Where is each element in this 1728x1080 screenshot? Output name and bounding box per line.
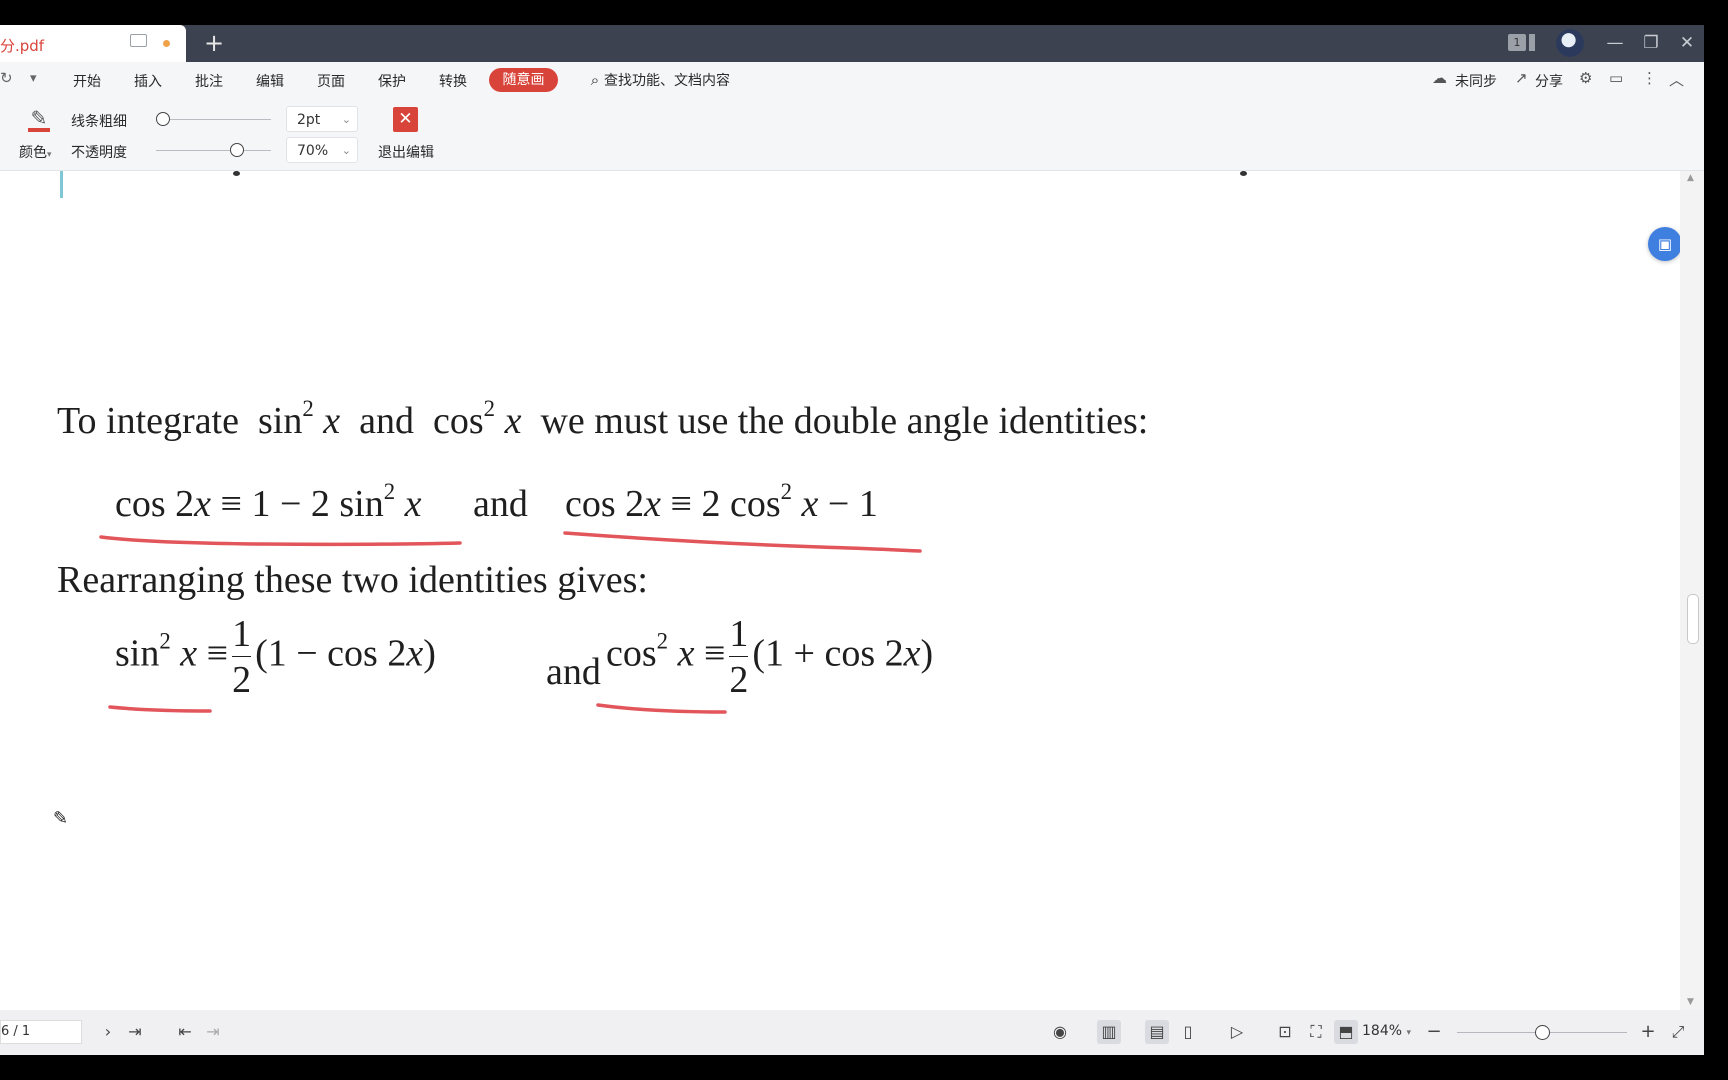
settings-gear-icon[interactable]: ⚙ [1579, 69, 1592, 87]
freehand-toolbar: ✎ 颜色▾ 线条粗细 2pt ⌄ 不透明度 70% ⌄ ✕ 退出编辑 [0, 98, 1704, 171]
search-placeholder: 查找功能、文档内容 [604, 73, 730, 89]
exit-edit-button[interactable]: 退出编辑 [378, 142, 434, 162]
freehand-underline [99, 535, 462, 547]
opacity-label: 不透明度 [71, 145, 127, 161]
freehand-underline [596, 703, 727, 714]
full-screen-read-icon[interactable]: ▥ [1097, 1020, 1121, 1044]
eye-protection-icon[interactable]: ◉ [1048, 1020, 1072, 1044]
share-icon[interactable]: ↗ [1515, 69, 1528, 87]
document-tab-title: 分.pdf [0, 37, 45, 55]
pen-color-swatch [28, 128, 50, 132]
sync-status-label[interactable]: 未同步 [1455, 71, 1497, 91]
cloud-sync-icon[interactable]: ☁ [1432, 69, 1447, 87]
back-view-icon[interactable]: ⇤ [173, 1020, 197, 1044]
exit-edit-icon[interactable]: ✕ [393, 107, 418, 132]
search-icon: ⌕ [590, 71, 600, 89]
scroll-up-icon[interactable]: ▲ [1687, 173, 1694, 183]
freehand-annotations [99, 531, 922, 714]
zoom-slider-knob[interactable] [1535, 1025, 1550, 1040]
menu-item-start[interactable]: 开始 [73, 71, 101, 91]
forward-view-icon[interactable]: ⇥ [201, 1020, 225, 1044]
share-button[interactable]: 分享 [1535, 71, 1563, 91]
opacity-slider-knob[interactable] [229, 143, 244, 157]
color-dropdown[interactable]: 颜色▾ [19, 142, 52, 162]
collapse-ribbon-icon[interactable]: ︿ [1669, 69, 1684, 90]
thickness-value: 2pt [297, 112, 321, 128]
zoom-in-button[interactable]: + [1636, 1020, 1660, 1044]
pen-cursor-icon: ✎ [53, 808, 69, 829]
title-bar: 分.pdf + 1 — ❐ ✕ [0, 25, 1704, 62]
opacity-slider-track[interactable] [156, 150, 271, 151]
color-label: 颜色 [19, 145, 47, 161]
comment-icon[interactable]: ▭ [1609, 69, 1623, 87]
thickness-select[interactable]: 2pt ⌄ [286, 106, 358, 132]
thickness-slider-track[interactable] [163, 119, 271, 120]
unsaved-dot-icon [163, 40, 170, 47]
menu-item-annotate[interactable]: 批注 [195, 71, 223, 91]
restore-button[interactable]: ❐ [1638, 30, 1664, 56]
color-chevron-icon: ▾ [47, 150, 52, 160]
pdf-reader-window: 分.pdf + 1 — ❐ ✕ ↻ ▾ 开始 插入 批注 编辑 页面 保护 转换… [0, 25, 1704, 1055]
scroll-down-icon[interactable]: ▼ [1687, 997, 1694, 1007]
menu-item-insert[interactable]: 插入 [134, 71, 162, 91]
menu-bar: ↻ ▾ 开始 插入 批注 编辑 页面 保护 转换 随意画 ⌕ 查找功能、文档内容 … [0, 62, 1704, 98]
fit-page-icon[interactable]: ⛶ [1304, 1020, 1328, 1044]
redo-icon[interactable]: ↻ [0, 69, 13, 87]
quick-access-dropdown-icon[interactable]: ▾ [30, 71, 37, 86]
next-page-icon[interactable]: › [96, 1020, 120, 1044]
double-page-icon[interactable]: ▯ [1176, 1020, 1200, 1044]
screen-share-icon[interactable] [130, 34, 147, 47]
last-page-icon[interactable]: ⇥ [123, 1020, 147, 1044]
scrollbar-thumb[interactable] [1687, 594, 1699, 644]
chevron-down-icon: ⌄ [341, 144, 351, 157]
menu-item-edit[interactable]: 编辑 [256, 71, 284, 91]
page-number-input[interactable]: 6 / 1 [0, 1020, 82, 1044]
pen-icon[interactable]: ✎ [27, 106, 51, 130]
menu-item-convert[interactable]: 转换 [439, 71, 467, 91]
search-function-input[interactable]: ⌕ 查找功能、文档内容 [586, 70, 730, 90]
chevron-down-icon: ⌄ [341, 113, 351, 126]
zoom-value[interactable]: 184% ▾ [1362, 1023, 1411, 1039]
zoom-chevron-icon: ▾ [1406, 1028, 1412, 1038]
status-bar: 6 / 1 › ⇥ ⇤ ⇥ ◉ ▥ ▤ ▯ ▷ ⊡ ⛶ ⬒ 184% ▾ − +… [0, 1010, 1704, 1055]
window-count-badge[interactable]: 1 [1508, 34, 1526, 51]
avatar[interactable] [1556, 29, 1584, 57]
new-tab-button[interactable]: + [203, 28, 225, 58]
more-options-icon[interactable]: ⋮ [1642, 69, 1657, 87]
window-count-bar-icon [1529, 34, 1535, 51]
minimize-button[interactable]: — [1602, 30, 1628, 56]
menu-item-page[interactable]: 页面 [317, 71, 345, 91]
expand-fullscreen-icon[interactable]: ⤢ [1666, 1020, 1690, 1044]
document-tab[interactable]: 分.pdf [0, 25, 186, 62]
zoom-out-button[interactable]: − [1422, 1020, 1446, 1044]
freehand-underline [108, 705, 212, 713]
floating-tools-icon[interactable]: ▣ [1648, 227, 1682, 261]
menu-item-freehand-draw[interactable]: 随意画 [489, 68, 558, 92]
freehand-underline [563, 531, 922, 553]
menu-item-protect[interactable]: 保护 [378, 71, 406, 91]
thickness-label: 线条粗细 [71, 114, 127, 130]
opacity-select[interactable]: 70% ⌄ [286, 137, 358, 163]
close-window-button[interactable]: ✕ [1674, 30, 1700, 56]
single-page-icon[interactable]: ▤ [1145, 1020, 1169, 1044]
play-icon[interactable]: ▷ [1225, 1020, 1249, 1044]
opacity-value: 70% [297, 143, 329, 159]
actual-size-icon[interactable]: ⊡ [1273, 1020, 1297, 1044]
vertical-scrollbar[interactable]: ▲ ▼ [1680, 171, 1704, 1010]
thickness-slider-knob[interactable] [156, 112, 170, 126]
pdf-page-view[interactable]: To integrate sin2 x and cos2 x we must u… [0, 171, 1682, 1010]
fit-width-icon[interactable]: ⬒ [1334, 1020, 1358, 1044]
